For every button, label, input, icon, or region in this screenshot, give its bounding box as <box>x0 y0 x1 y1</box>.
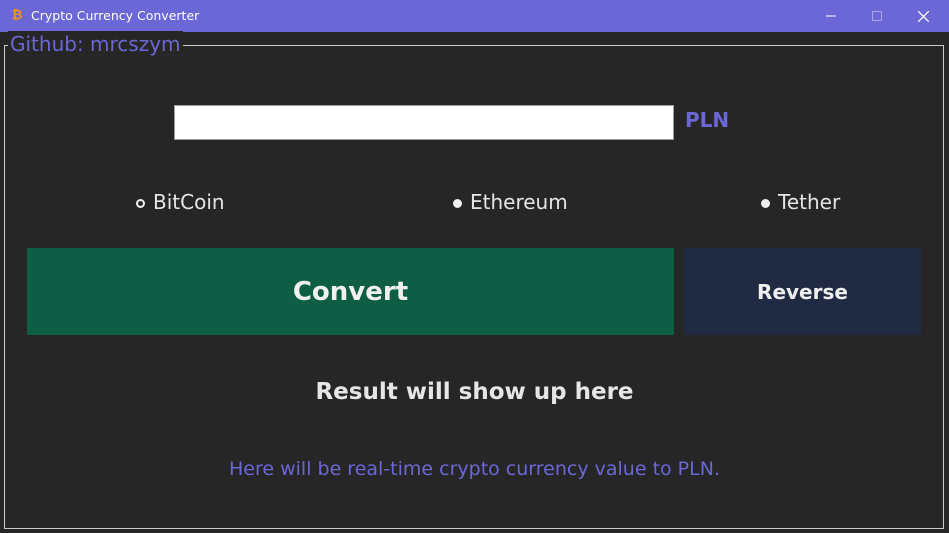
radio-unselected-icon <box>761 198 770 208</box>
title-bar[interactable]: ₿ Crypto Currency Converter <box>0 0 949 32</box>
minimize-icon <box>826 15 836 17</box>
radio-ethereum[interactable]: Ethereum <box>453 189 568 215</box>
currency-label: PLN <box>685 108 730 132</box>
rate-info-text: Here will be real-time crypto currency v… <box>229 458 720 480</box>
bitcoin-icon: ₿ <box>11 8 23 23</box>
maximize-icon <box>872 11 882 21</box>
window-title: Crypto Currency Converter <box>31 8 200 23</box>
close-icon <box>917 10 929 22</box>
minimize-button[interactable] <box>808 0 854 32</box>
radio-label-bitcoin: BitCoin <box>153 190 225 214</box>
maximize-button[interactable] <box>854 0 900 32</box>
github-label: Github: mrcszym <box>8 31 183 57</box>
close-button[interactable] <box>900 0 946 32</box>
radio-tether[interactable]: Tether <box>761 189 840 215</box>
radio-unselected-icon <box>453 198 462 208</box>
radio-label-tether: Tether <box>778 190 841 214</box>
result-text: Result will show up here <box>315 379 634 405</box>
app-window: ₿ Crypto Currency Converter Github: mrcs… <box>0 0 949 533</box>
amount-input[interactable] <box>174 105 674 140</box>
convert-button[interactable]: Convert <box>27 248 674 335</box>
radio-selected-icon <box>136 198 145 208</box>
radio-bitcoin[interactable]: BitCoin <box>136 189 225 215</box>
radio-label-ethereum: Ethereum <box>470 190 568 214</box>
reverse-button[interactable]: Reverse <box>684 248 921 335</box>
